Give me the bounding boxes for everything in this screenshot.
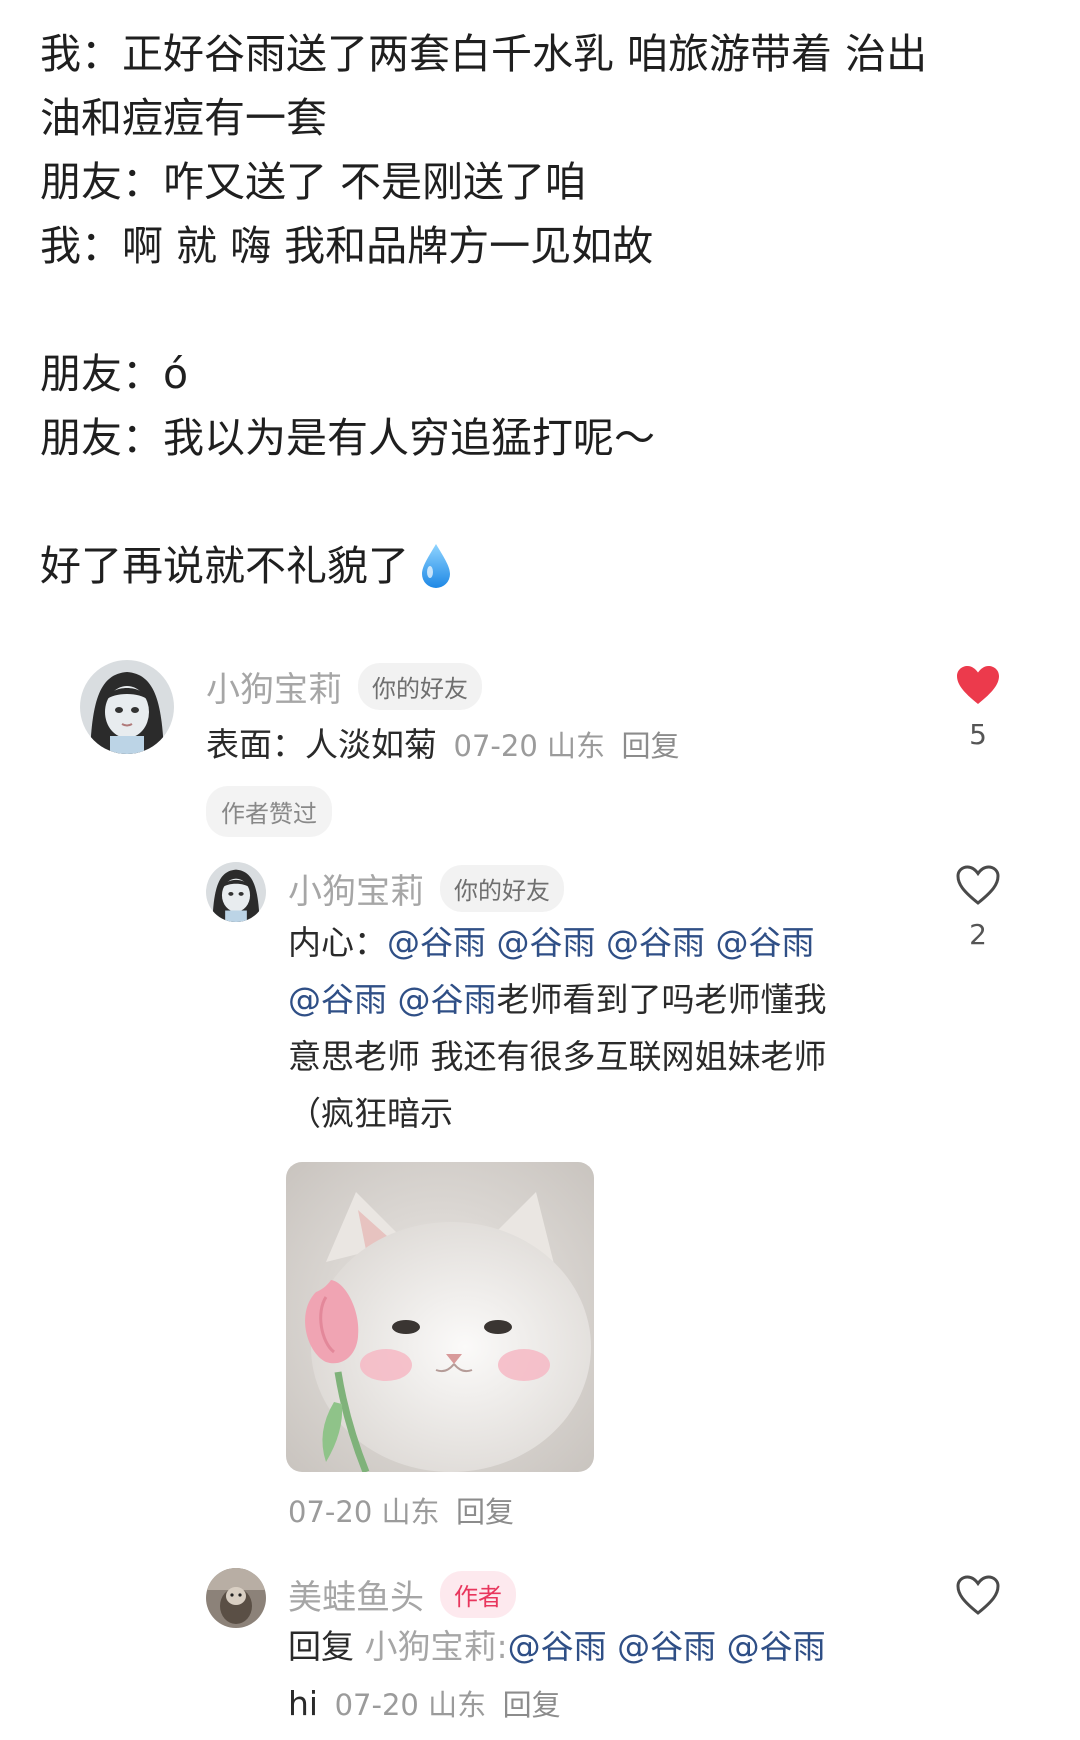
comment-prefix: 内心： xyxy=(288,923,387,962)
comment-text: 内心：@谷雨 @谷雨 @谷雨 @谷雨 @谷雨 @谷雨老师看到了吗老师懂我 意思老… xyxy=(288,914,898,1142)
like-button[interactable]: 5 xyxy=(948,664,1008,751)
post-body: 我：正好谷雨送了两套白千水乳 咱旅游带着 治出 油和痘痘有一套 朋友：咋又送了 … xyxy=(40,22,1040,608)
heart-filled-icon xyxy=(955,664,1001,710)
comment-body: 表面：人淡如菊 xyxy=(206,725,437,764)
username[interactable]: 小狗宝莉 xyxy=(288,864,424,913)
author-badge: 作者 xyxy=(440,1571,516,1618)
mention-link[interactable]: @谷雨 xyxy=(617,1627,716,1666)
mention-link[interactable]: @谷雨 xyxy=(398,980,497,1019)
friend-badge: 你的好友 xyxy=(440,865,564,912)
reply-button[interactable]: 回复 xyxy=(456,1495,514,1529)
heart-outline-icon xyxy=(955,864,1001,910)
comment-body: hi xyxy=(288,1684,319,1723)
post-line: 朋友：ó xyxy=(40,350,189,398)
cat-sticker-image[interactable] xyxy=(286,1162,594,1472)
mention-link[interactable]: @谷雨 xyxy=(606,923,705,962)
like-count: 2 xyxy=(969,918,987,951)
friend-badge: 你的好友 xyxy=(358,663,482,710)
like-button[interactable]: 2 xyxy=(948,864,1008,951)
reply-prefix: 回复 xyxy=(288,1627,354,1666)
avatar[interactable] xyxy=(206,1568,266,1628)
post-line: 油和痘痘有一套 xyxy=(40,94,327,142)
mention-link[interactable]: @谷雨 xyxy=(508,1627,607,1666)
comment-meta: 07-20 山东 xyxy=(334,1688,487,1722)
comment-meta-row: 07-20 山东 回复 xyxy=(288,1482,514,1541)
mention-link[interactable]: @谷雨 xyxy=(288,980,387,1019)
post-line: 我：正好谷雨送了两套白千水乳 咱旅游带着 治出 xyxy=(40,30,928,78)
like-count: 5 xyxy=(969,718,987,751)
mention-link[interactable]: @谷雨 xyxy=(387,923,486,962)
post-line-last: 好了再说就不礼貌了 xyxy=(40,534,1040,608)
comment-meta: 07-20 山东 xyxy=(288,1495,440,1529)
post-line: 朋友：咋又送了 不是刚送了咱 xyxy=(40,158,587,206)
post-line: 好了再说就不礼貌了 xyxy=(40,542,409,590)
avatar[interactable] xyxy=(206,862,266,922)
reply-target-user[interactable]: 小狗宝莉: xyxy=(365,1627,508,1666)
username[interactable]: 美蛙鱼头 xyxy=(288,1570,424,1619)
like-button[interactable] xyxy=(948,1574,1008,1620)
comment-text: 表面：人淡如菊 07-20 山东 回复 xyxy=(206,716,680,775)
post-line: 朋友：我以为是有人穷追猛打呢～ xyxy=(40,414,655,462)
author-liked-tag: 作者赞过 xyxy=(206,786,332,837)
comment-meta: 07-20 山东 xyxy=(453,729,606,763)
avatar[interactable] xyxy=(80,660,174,754)
reply-button[interactable]: 回复 xyxy=(503,1688,561,1722)
mention-link[interactable]: @谷雨 xyxy=(716,923,815,962)
comment-text: 回复 小狗宝莉:@谷雨 @谷雨 @谷雨 hi 07-20 山东 回复 xyxy=(288,1618,908,1734)
comment-body: （疯狂暗示 xyxy=(288,1094,453,1133)
username[interactable]: 小狗宝莉 xyxy=(206,662,342,711)
comment-body: 老师看到了吗老师懂我 xyxy=(496,980,827,1019)
heart-outline-icon xyxy=(955,1574,1001,1620)
water-drop-icon xyxy=(419,542,453,608)
reply-button[interactable]: 回复 xyxy=(622,729,680,763)
mention-link[interactable]: @谷雨 xyxy=(497,923,596,962)
comment-body: 意思老师 我还有很多互联网姐妹老师 xyxy=(288,1037,827,1076)
post-line: 我：啊 就 嗨 我和品牌方一见如故 xyxy=(40,222,654,270)
mention-link[interactable]: @谷雨 xyxy=(727,1627,826,1666)
